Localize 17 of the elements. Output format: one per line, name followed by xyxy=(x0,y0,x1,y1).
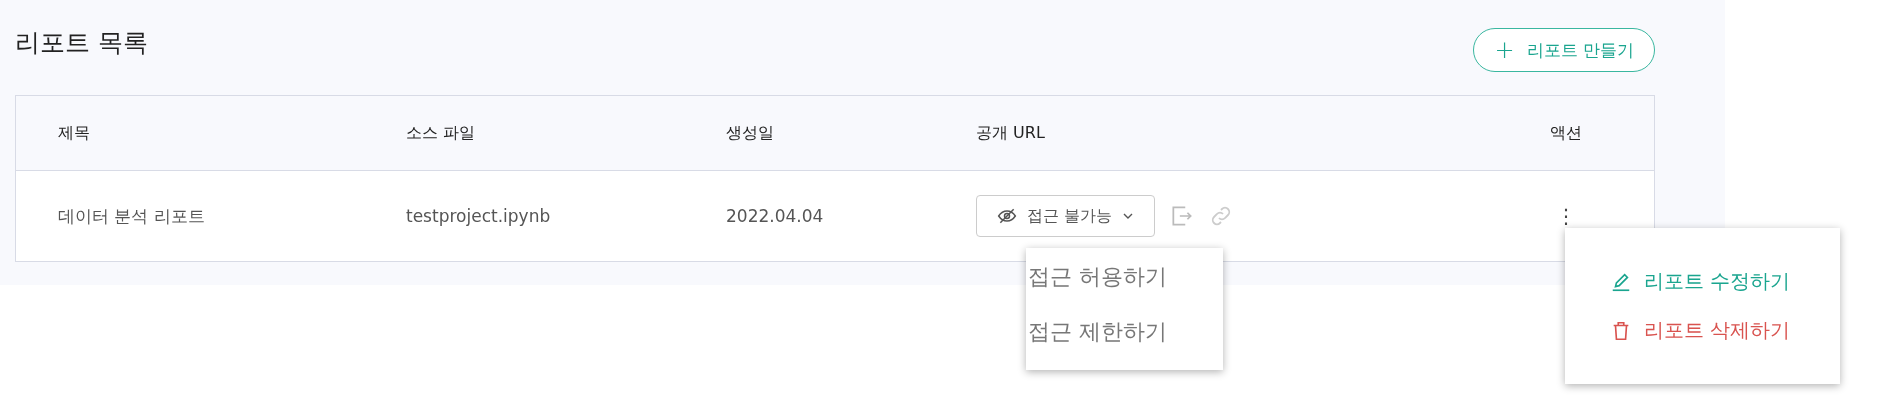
menu-item[interactable]: 리포트 수정하기 xyxy=(1610,268,1840,295)
table-cell-text: testproject.ipynb xyxy=(406,206,552,226)
column-header: 소스 파일 xyxy=(406,122,477,144)
eye-slash-icon xyxy=(997,206,1017,226)
column-header: 생성일 xyxy=(726,122,775,144)
access-dropdown[interactable]: 접근 불가능 xyxy=(976,195,1156,237)
menu-item[interactable]: 접근 허용하기 xyxy=(1028,252,1223,307)
page-title: 리포트 목록 xyxy=(15,27,148,59)
column-header: 액션 xyxy=(1549,122,1583,144)
column-header: 공개 URL xyxy=(976,122,1046,144)
menu-item[interactable]: 접근 제한하기 xyxy=(1028,307,1223,362)
table-cell-text: 데이터 분석 리포트 xyxy=(58,204,206,228)
table-cell-text: 2022.04.04 xyxy=(726,206,825,226)
menu-item[interactable]: 리포트 삭제하기 xyxy=(1610,317,1840,344)
column-header: 제목 xyxy=(58,122,91,144)
more-button[interactable]: ⋮ xyxy=(1550,203,1582,229)
create-report-button[interactable]: + 리포트 만들기 xyxy=(1473,28,1655,72)
